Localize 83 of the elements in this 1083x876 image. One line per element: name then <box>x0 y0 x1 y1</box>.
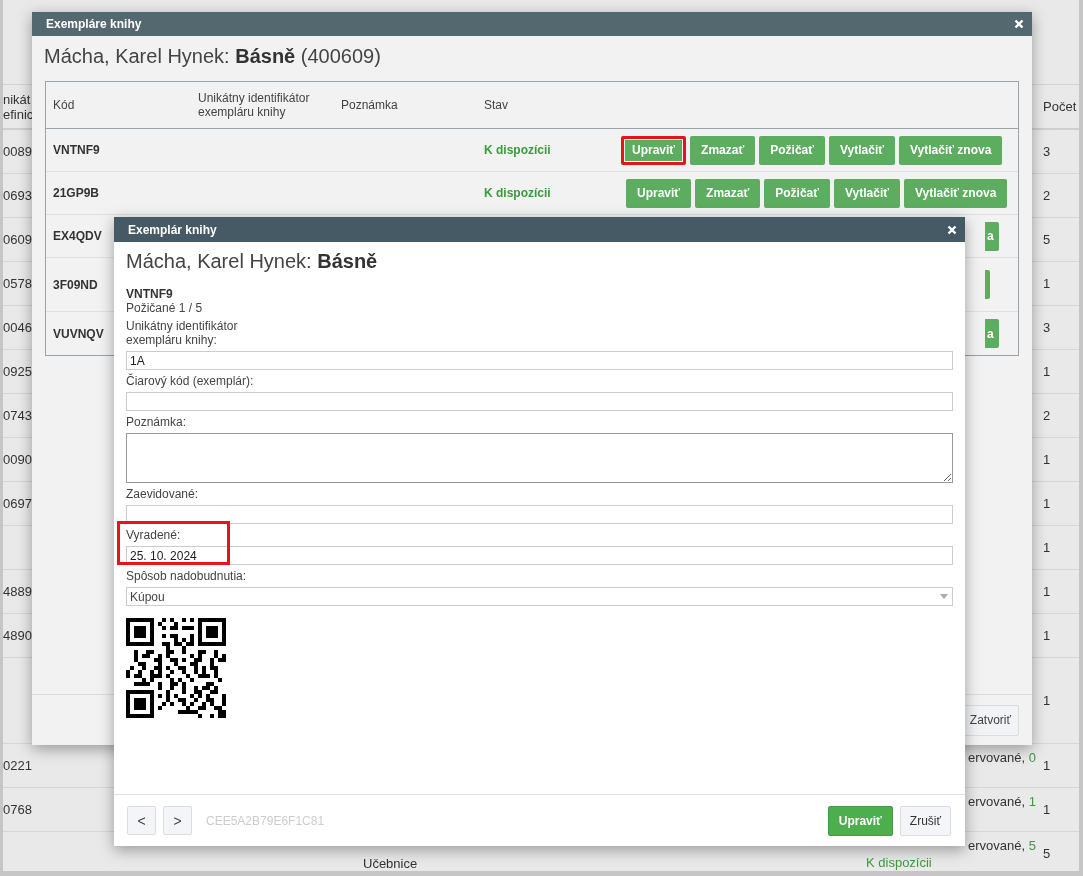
action-button[interactable]: Vytlačiť <box>834 178 900 208</box>
table-cell: 21GP9B <box>53 186 100 200</box>
action-button[interactable]: Vytlačiť <box>829 135 895 165</box>
text-field[interactable]: 1A <box>126 351 953 370</box>
action-button[interactable]: Vytlačiť znova <box>904 178 1008 208</box>
status-text: ervované, 1 <box>968 794 1036 809</box>
column-header: Poznámka <box>340 98 399 112</box>
table-cell: 0578 <box>3 276 32 291</box>
table-cell-text: 5 <box>1042 232 1052 247</box>
table-cell-text: 1 <box>1042 496 1052 511</box>
table-cell-text: 1 <box>1042 584 1052 599</box>
status-text: K dispozícii <box>866 854 933 870</box>
cancel-button[interactable]: Zrušiť <box>899 805 951 836</box>
field-label: Vyradené: <box>126 528 182 542</box>
table-cell: VNTNF9 <box>53 143 100 157</box>
table-cell-text: 3 <box>1042 144 1052 159</box>
next-button[interactable]: > <box>163 806 192 835</box>
table-cell: VUVNQV <box>53 326 104 341</box>
action-button[interactable]: Požičať <box>764 178 830 208</box>
text-field[interactable] <box>126 505 953 524</box>
table-cell-text: 1 <box>1042 452 1052 467</box>
table-cell-text: 1 <box>1042 364 1052 379</box>
save-button[interactable]: Upraviť <box>827 805 893 836</box>
action-button[interactable]: Požičať <box>759 135 825 165</box>
dropdown-field[interactable]: Kúpou <box>126 587 953 606</box>
table-cell-text: 2 <box>1042 188 1052 203</box>
close-icon[interactable] <box>1014 19 1024 29</box>
status-text: K dispozícii <box>483 186 551 200</box>
status-text: K dispozícii <box>483 143 551 157</box>
previous-button[interactable]: < <box>127 806 156 835</box>
close-icon[interactable] <box>947 224 957 235</box>
status-text: ervované, 5 <box>968 838 1036 853</box>
table-cell-text: 2 <box>1042 408 1052 423</box>
column-header: Unikátny identifikátor exempláru knihy <box>197 91 311 119</box>
column-header: Kód <box>52 98 76 112</box>
column-header: Stav <box>483 98 509 112</box>
table-cell: 0768 <box>3 802 32 817</box>
action-button[interactable]: Upraviť <box>621 135 687 165</box>
table-cell: 0089 <box>3 144 32 159</box>
table-cell: 0697 <box>3 496 32 511</box>
text-field[interactable]: 25. 10. 2024 <box>126 546 953 565</box>
table-cell: 0221 <box>3 758 32 773</box>
note-field[interactable] <box>126 433 953 483</box>
dialog-title: Exempláre knihy <box>46 17 142 31</box>
field-label: Unikátny identifikátor exempláru knihy: <box>126 319 239 347</box>
table-cell-text: 1 <box>1042 758 1052 773</box>
field-label: Čiarový kód (exemplár): <box>126 374 255 388</box>
table-cell: 0046 <box>3 320 32 335</box>
copy-code: VNTNF9 <box>126 287 174 301</box>
table-cell-text: 1 <box>1042 276 1052 291</box>
table-cell: EX4QDV <box>53 229 102 243</box>
table-cell: 0743 <box>3 408 32 423</box>
table-cell: 4889 <box>3 584 32 599</box>
table-cell-text: 1 <box>1042 540 1052 555</box>
table-cell: 3F09ND <box>53 277 98 292</box>
table-cell-text: 1 <box>1042 693 1052 708</box>
action-button[interactable]: a <box>985 319 999 348</box>
table-cell-text: 1 <box>1042 628 1052 643</box>
action-button[interactable]: Vytlačiť znova <box>899 135 1003 165</box>
table-cell: 0090 <box>3 452 32 467</box>
action-button[interactable]: a <box>985 221 999 251</box>
column-header: Počet <box>1042 99 1078 114</box>
table-cell-text: 1 <box>1042 802 1052 817</box>
action-button[interactable]: Zmazať <box>690 135 756 165</box>
action-button[interactable]: Upraviť <box>626 178 692 208</box>
status-text: ervované, 0 <box>968 750 1036 765</box>
table-cell: 4890 <box>3 628 32 643</box>
text-field[interactable] <box>126 392 953 411</box>
book-heading: Mácha, Karel Hynek: Básně <box>126 249 379 273</box>
field-label: Poznámka: <box>126 415 188 429</box>
table-cell: 0693 <box>3 188 32 203</box>
loan-info: Požičané 1 / 5 <box>126 301 204 315</box>
table-cell: Učebnice <box>363 856 418 871</box>
action-button[interactable]: Zmazať <box>695 178 761 208</box>
caret-icon <box>940 594 948 599</box>
field-label: Spôsob nadobudnutia: <box>126 569 248 583</box>
table-cell-text: 3 <box>1042 320 1052 335</box>
table-cell: 0609 <box>3 232 32 247</box>
table-cell: 0925 <box>3 364 32 379</box>
dialog-title: Exemplár knihy <box>128 222 217 237</box>
book-heading: Mácha, Karel Hynek: Básně (400609) <box>43 44 382 68</box>
table-cell-text: 5 <box>1042 846 1052 861</box>
field-label: Zaevidované: <box>126 487 200 501</box>
